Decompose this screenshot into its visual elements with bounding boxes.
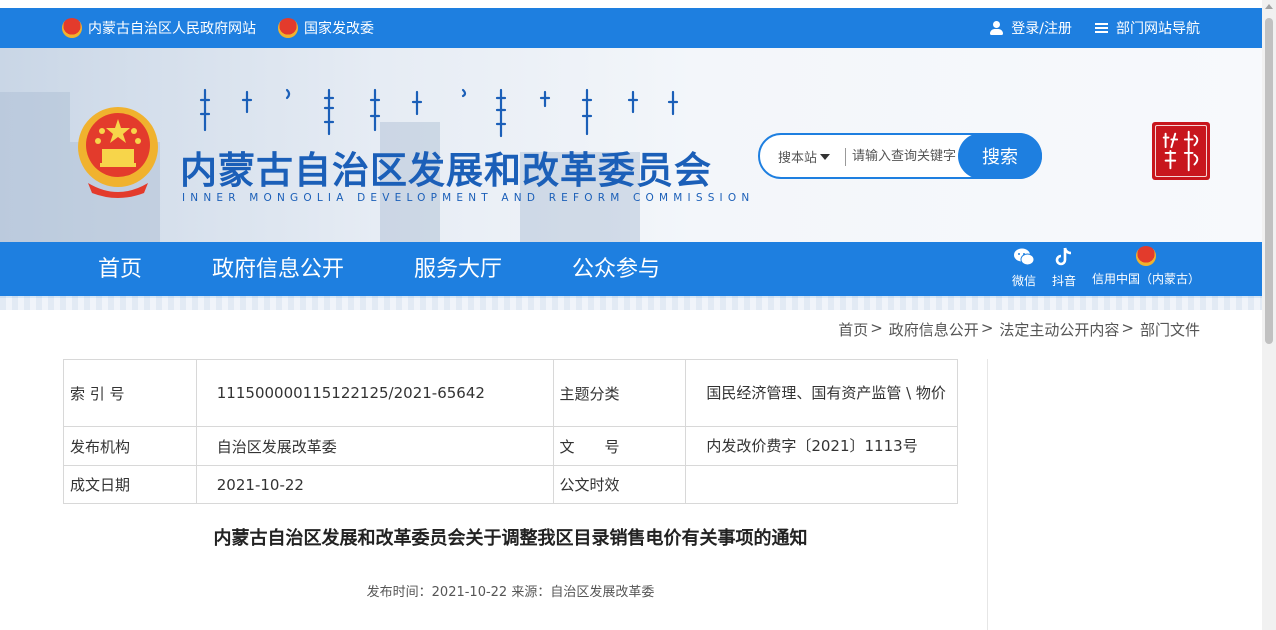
ndrc-label: 国家发改委 [304,21,374,37]
index-label: 索 引 号 [63,359,197,427]
breadcrumb-separator: > [1121,319,1134,337]
site-nav-label: 部门网站导航 [1116,21,1200,37]
top-actions: 登录/注册 部门网站导航 [989,8,1200,48]
table-row: 成文日期 2021-10-22 公文时效 [63,465,958,504]
national-emblem-icon [1136,246,1156,266]
search-scope-label: 搜本站 [778,151,818,166]
nav-item-gov-info[interactable]: 政府信息公开 [212,242,344,298]
validity-value [685,465,958,504]
douyin-icon [1055,247,1072,266]
user-icon [989,20,1005,36]
nav-item-service-hall[interactable]: 服务大厅 [414,242,502,298]
divider [845,148,846,166]
document-meta: 发布时间：2021-10-22 来源：自治区发展改革委 [366,585,655,600]
credit-china-label: 信用中国（内蒙古） [1092,272,1201,286]
search-button[interactable]: 搜索 [958,133,1042,179]
wechat-link[interactable]: 微信 [1012,246,1036,289]
breadcrumb-separator: > [980,319,994,337]
scrollbar-thumb[interactable] [1265,18,1273,344]
search-box: 搜本站 搜索 [758,133,1042,179]
ndrc-link[interactable]: 国家发改委 [278,18,374,38]
site-nav-link[interactable]: 部门网站导航 [1094,18,1200,38]
gov-site-link[interactable]: 内蒙古自治区人民政府网站 [62,18,256,38]
douyin-label: 抖音 [1052,274,1077,288]
document-title: 内蒙古自治区发展和改革委员会关于调整我区目录销售电价有关事项的通知 [213,528,808,549]
document-info-table: 索 引 号 111500000115122125/2021-65642 主题分类… [63,359,958,504]
search-scope-dropdown[interactable]: 搜本站 [778,147,831,166]
docno-label: 文 号 [552,426,687,466]
breadcrumb-home[interactable]: 首页 [838,319,868,340]
wechat-icon [1014,248,1035,266]
credit-china-link[interactable]: 信用中国（内蒙古） [1092,246,1200,287]
site-title: 内蒙古自治区发展和改革委员会 [180,149,712,192]
seal-icon [1155,125,1207,177]
topic-label: 主题分类 [552,359,687,427]
column-divider [987,359,988,630]
site-subtitle: INNER MONGOLIA DEVELOPMENT AND REFORM CO… [182,192,755,204]
national-emblem-icon [62,18,82,38]
menu-list-icon [1094,20,1110,36]
nav-item-public-participation[interactable]: 公众参与 [572,242,660,298]
publisher-value: 自治区发展改革委 [195,426,554,466]
breadcrumb-dept-docs[interactable]: 部门文件 [1140,319,1200,340]
main-nav: 首页 政府信息公开 服务大厅 公众参与 微信 抖音 信用中国（内蒙古） [0,242,1262,298]
seal-logo[interactable] [1152,122,1210,180]
date-value: 2021-10-22 [195,465,554,504]
table-row: 发布机构 自治区发展改革委 文 号 内发改价费字〔2021〕1113号 [63,426,958,466]
breadcrumb-gov-info[interactable]: 政府信息公开 [889,319,979,340]
national-emblem-icon [78,107,158,198]
top-bar: 内蒙古自治区人民政府网站 国家发改委 登录/注册 部门网站导航 [0,8,1262,48]
gov-site-label: 内蒙古自治区人民政府网站 [88,21,256,37]
breadcrumb: 首页 > 政府信息公开 > 法定主动公开内容 > 部门文件 [838,319,1200,340]
building-decoration [0,92,70,242]
nav-decoration [0,296,1262,310]
vertical-scrollbar[interactable] [1262,0,1276,630]
docno-value: 内发改价费字〔2021〕1113号 [685,426,958,466]
login-label: 登录/注册 [1011,21,1072,37]
publisher-label: 发布机构 [63,426,197,466]
validity-label: 公文时效 [552,465,687,504]
douyin-link[interactable]: 抖音 [1052,246,1076,289]
login-link[interactable]: 登录/注册 [989,18,1072,38]
search-input[interactable] [852,145,960,167]
breadcrumb-separator: > [870,319,883,337]
index-value: 111500000115122125/2021-65642 [195,359,554,427]
national-emblem-icon [278,18,298,38]
date-label: 成文日期 [63,465,197,504]
caret-down-icon [820,153,831,160]
nav-item-home[interactable]: 首页 [98,242,142,298]
table-row: 索 引 号 111500000115122125/2021-65642 主题分类… [63,359,958,427]
header-banner: 内蒙古自治区发展和改革委员会 INNER MONGOLIA DEVELOPMEN… [0,48,1262,242]
top-links: 内蒙古自治区人民政府网站 国家发改委 [62,8,374,48]
breadcrumb-statutory[interactable]: 法定主动公开内容 [999,319,1119,340]
scroll-up-arrow-icon[interactable] [1265,4,1273,9]
wechat-label: 微信 [1012,274,1037,288]
topic-value: 国民经济管理、国有资产监管 \ 物价 [685,359,958,427]
mongolian-script-title [199,88,679,138]
